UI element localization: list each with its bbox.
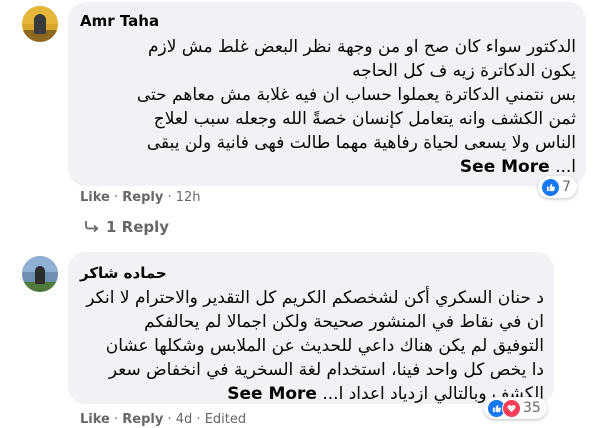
comment-text: الدكتور سواء كان صح او من وجهة نظر البعض… [137,35,576,179]
separator: · [167,412,176,427]
comment-timestamp[interactable]: 12h [176,190,201,205]
separator: · [167,190,176,205]
comment-last-line: الكشف وبالتالي ازدياد اعداد ا... See Mor… [86,382,544,406]
reaction-count: 35 [523,400,541,416]
avatar-figure [35,266,45,284]
comment-line: دا يخص كل واحد فينا، استخدام لغة السخرية… [108,360,544,380]
like-button[interactable]: Like [80,190,110,205]
like-button[interactable]: Like [80,412,110,427]
like-reaction-icon [541,177,560,197]
reaction-count: 7 [562,179,571,195]
comment-timestamp[interactable]: 4d [176,412,193,427]
avatar[interactable] [22,6,58,42]
see-more-link[interactable]: See More [227,384,317,404]
comment-line: يكون الدكاترة زيه ف كل الحاجه [352,61,576,81]
comment-line: الناس ولا يسعى لحياة رفاهية مهما طالت فه… [146,133,576,153]
comment-line: ان في نقاط في المنشور صحيحة ولكن اجمالا … [144,312,544,332]
reaction-summary[interactable]: 7 [538,176,577,198]
comment-line: د حنان السكري أكن لشخصكم الكريم كل التقد… [86,288,544,308]
comment-line: ثمن الكشف وانه يتعامل كإنسان خصةً الله و… [153,109,576,129]
reply-arrow-icon [84,218,100,236]
comment-line-prefix: ا... [555,157,576,177]
edited-label: Edited [204,412,247,427]
reaction-summary[interactable]: 35 [484,397,547,419]
reply-button[interactable]: Reply [122,190,163,205]
love-reaction-icon [502,398,521,418]
separator: · [196,412,205,427]
see-more-link[interactable]: See More [460,157,550,177]
replies-count-label: 1 Reply [106,218,170,236]
avatar[interactable] [22,256,58,292]
comment-line: بس نتمني الدكاترة يعملوا حساب ان فيه غلا… [136,85,576,105]
comment-author[interactable]: Amr Taha [80,12,159,30]
comment-last-line: ا... See More [137,155,576,179]
comment-line: التوفيق لم يكن هناك داعي للحديث عن الملا… [105,336,544,356]
comment-actions: Like · Reply · 12h [80,190,201,205]
comment-actions: Like · Reply · 4d · Edited [80,412,246,427]
comment-text: د حنان السكري أكن لشخصكم الكريم كل التقد… [86,286,544,406]
comment-author[interactable]: حماده شاكر [80,264,167,282]
view-replies-link[interactable]: 1 Reply [84,218,169,236]
avatar-figure [34,14,46,34]
reply-button[interactable]: Reply [122,412,163,427]
comment-line: الدكتور سواء كان صح او من وجهة نظر البعض… [147,37,576,57]
